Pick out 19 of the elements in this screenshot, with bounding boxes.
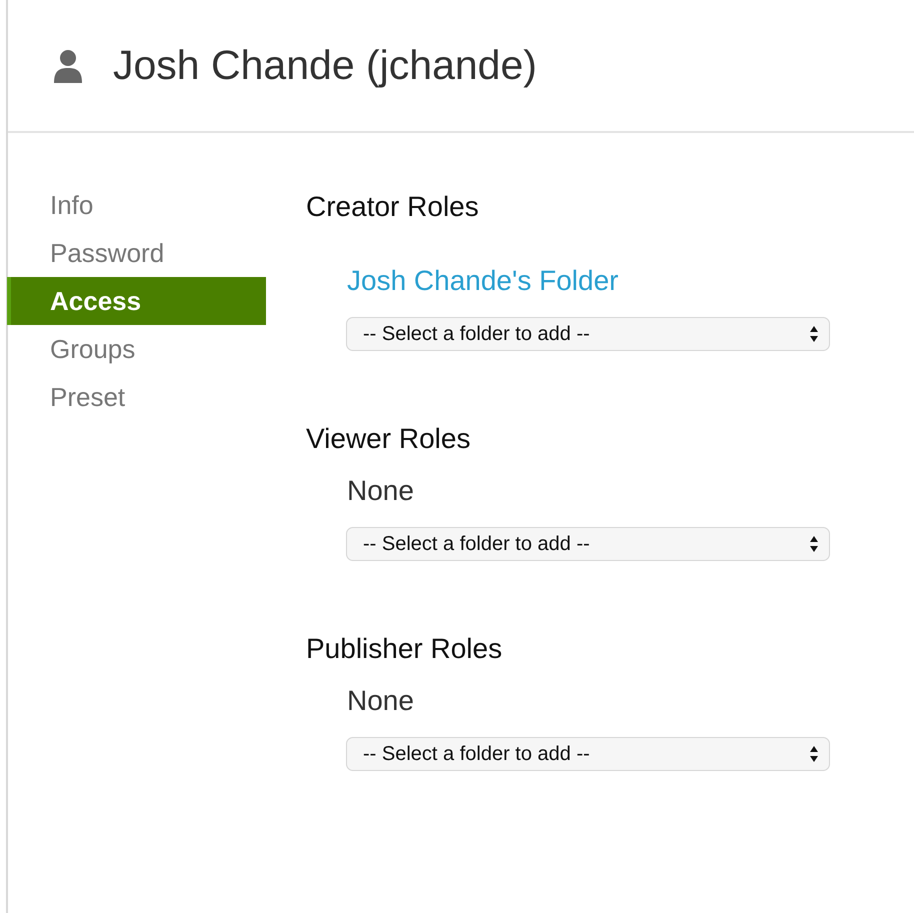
- folder-select[interactable]: -- Select a folder to add --: [346, 317, 830, 351]
- section-heading: Creator Roles: [306, 191, 480, 224]
- page-title: Josh Chande (jchande): [113, 42, 537, 89]
- folder-select[interactable]: -- Select a folder to add --: [346, 527, 830, 561]
- sidebar-item[interactable]: Password: [7, 229, 266, 277]
- sidebar-item[interactable]: Preset: [7, 373, 266, 421]
- stepper-icon: [809, 535, 819, 553]
- stepper-icon: [809, 325, 819, 343]
- empty-label: None: [347, 685, 415, 717]
- sidebar-item[interactable]: Info: [7, 181, 266, 229]
- user-icon: [53, 48, 83, 82]
- section-heading: Publisher Roles: [306, 633, 504, 666]
- empty-label: None: [347, 475, 415, 507]
- folder-link[interactable]: Josh Chande's Folder: [347, 265, 830, 297]
- sidebar-item[interactable]: Groups: [7, 325, 266, 373]
- section-heading: Viewer Roles: [306, 423, 472, 456]
- folder-select[interactable]: -- Select a folder to add --: [346, 737, 830, 771]
- stepper-icon: [809, 745, 819, 763]
- sidebar-item[interactable]: Access: [7, 277, 266, 325]
